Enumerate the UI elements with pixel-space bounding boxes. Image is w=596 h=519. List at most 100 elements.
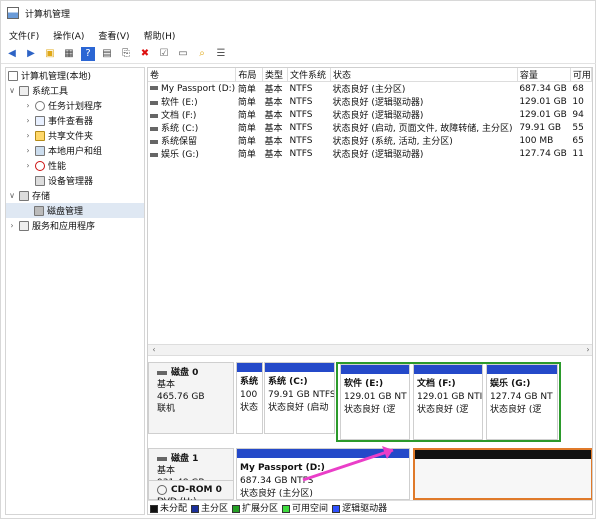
table-row[interactable]: 系统 (C:) 简单 基本 NTFS 状态良好 (启动, 页面文件, 故障转储,… xyxy=(148,121,592,134)
free-cell: 10 xyxy=(572,96,584,107)
tree-shared-folders[interactable]: › 共享文件夹 xyxy=(6,128,144,143)
legend-primary: 主分区 xyxy=(191,501,228,514)
unallocated-space[interactable] xyxy=(413,448,592,500)
table-row[interactable]: My Passport (D:) 简单 基本 NTFS 状态良好 (主分区) 6… xyxy=(148,82,592,95)
menu-action[interactable]: 操作(A) xyxy=(53,29,84,42)
title-bar: 计算机管理 xyxy=(1,1,596,25)
search-icon[interactable]: ⌕ xyxy=(195,47,209,61)
chevron-down-icon[interactable]: ∨ xyxy=(8,86,16,95)
partition-status: 状态 xyxy=(240,403,259,413)
capacity-cell: 129.01 GB xyxy=(519,109,567,120)
table-row[interactable]: 系统保留 简单 基本 NTFS 状态良好 (系统, 活动, 主分区) 100 M… xyxy=(148,134,592,147)
tree-storage[interactable]: ∨ 存储 xyxy=(6,188,144,203)
disk-management-panel: 卷 布局 类型 文件系统 状态 容量 可用 My Passport (D:) 简… xyxy=(147,67,593,515)
layout-cell: 简单 xyxy=(237,150,256,160)
col-status[interactable]: 状态 xyxy=(330,68,518,82)
table-row[interactable]: 文档 (F:) 简单 基本 NTFS 状态良好 (逻辑驱动器) 129.01 G… xyxy=(148,108,592,121)
table-header: 卷 布局 类型 文件系统 状态 容量 可用 xyxy=(148,68,592,82)
properties-icon[interactable]: ▦ xyxy=(62,47,76,61)
chevron-right-icon[interactable]: › xyxy=(24,131,32,140)
back-icon[interactable]: ◀ xyxy=(5,47,19,61)
status-cell: 状态良好 (逻辑驱动器) xyxy=(332,111,424,121)
computer-management-icon xyxy=(7,7,19,19)
scroll-right-icon[interactable]: › xyxy=(582,345,592,355)
folder-icon[interactable]: ▣ xyxy=(43,47,57,61)
menu-view[interactable]: 查看(V) xyxy=(98,29,129,42)
type-cell: 基本 xyxy=(264,124,283,134)
forward-icon[interactable]: ▶ xyxy=(24,47,38,61)
chevron-right-icon[interactable]: › xyxy=(24,116,32,125)
tree-services-apps[interactable]: › 服务和应用程序 xyxy=(6,218,144,233)
tree-local-users[interactable]: › 本地用户和组 xyxy=(6,143,144,158)
partition-name: 文档 (F:) xyxy=(417,379,456,389)
menu-file[interactable]: 文件(F) xyxy=(9,29,39,42)
type-cell: 基本 xyxy=(264,150,283,160)
cdrom-0-info[interactable]: CD-ROM 0 DVD (H:) xyxy=(148,480,234,507)
disk-0-type: 基本 xyxy=(157,380,176,390)
disk-1-type: 基本 xyxy=(157,466,176,476)
horizontal-scrollbar[interactable]: ‹ › xyxy=(148,344,592,356)
partition-text: 系统 (C:) 79.91 GB NTFS 状态良好 (启动 xyxy=(265,372,334,419)
tree-disk-management[interactable]: 磁盘管理 xyxy=(6,203,144,218)
extended-partition-frame[interactable]: 软件 (E:) 129.01 GB NT 状态良好 (逻 文档 (F:) 129… xyxy=(336,362,561,442)
partition-text: 系统 100 状态 xyxy=(237,372,262,419)
partition-color-bar xyxy=(237,363,262,372)
tree-event-viewer[interactable]: › 事件查看器 xyxy=(6,113,144,128)
partition-software-e[interactable]: 软件 (E:) 129.01 GB NT 状态良好 (逻 xyxy=(340,364,410,440)
tree-task-scheduler[interactable]: › 任务计划程序 xyxy=(6,98,144,113)
partition-size: 129.01 GB NT xyxy=(344,392,407,402)
filesystem-cell: NTFS xyxy=(289,122,313,133)
volume-icon xyxy=(150,126,158,131)
list-icon[interactable]: ☰ xyxy=(214,47,228,61)
show-hide-icon[interactable]: ▤ xyxy=(100,47,114,61)
col-volume[interactable]: 卷 xyxy=(148,68,237,82)
partition-entertainment-g[interactable]: 娱乐 (G:) 127.74 GB NT 状态良好 (逻 xyxy=(486,364,558,440)
partition-size: 127.74 GB NT xyxy=(490,392,553,402)
partition-system-c[interactable]: 系统 (C:) 79.91 GB NTFS 状态良好 (启动 xyxy=(264,362,335,434)
col-layout[interactable]: 布局 xyxy=(235,68,263,82)
col-capacity[interactable]: 容量 xyxy=(517,68,571,82)
table-row[interactable]: 娱乐 (G:) 简单 基本 NTFS 状态良好 (逻辑驱动器) 127.74 G… xyxy=(148,147,592,160)
connect-icon[interactable]: ⎘ xyxy=(119,47,133,61)
partition-name: 系统 (C:) xyxy=(268,377,308,387)
table-row[interactable]: 软件 (E:) 简单 基本 NTFS 状态良好 (逻辑驱动器) 129.01 G… xyxy=(148,95,592,108)
capacity-cell: 687.34 GB xyxy=(519,83,567,94)
check-icon[interactable]: ☑ xyxy=(157,47,171,61)
status-cell: 状态良好 (系统, 活动, 主分区) xyxy=(332,137,453,147)
legend: 未分配 主分区 扩展分区 可用空间 逻辑驱动器 xyxy=(148,500,592,514)
tree-system-tools[interactable]: ∨ 系统工具 xyxy=(6,83,144,98)
capacity-cell: 79.91 GB xyxy=(519,122,562,133)
filesystem-cell: NTFS xyxy=(289,83,313,94)
volume-icon xyxy=(150,152,158,157)
scroll-left-icon[interactable]: ‹ xyxy=(148,345,160,355)
type-cell: 基本 xyxy=(264,137,283,147)
chevron-right-icon[interactable]: › xyxy=(24,161,32,170)
chevron-right-icon[interactable]: › xyxy=(24,146,32,155)
tree-performance[interactable]: › 性能 xyxy=(6,158,144,173)
tree-computer-management[interactable]: 计算机管理(本地) xyxy=(6,68,144,83)
chevron-down-icon[interactable]: ∨ xyxy=(8,191,16,200)
annotation-arrow xyxy=(302,446,394,482)
delete-icon[interactable]: ✖ xyxy=(138,47,152,61)
menu-bar: 文件(F) 操作(A) 查看(V) 帮助(H) xyxy=(1,27,596,43)
partition-size: 100 xyxy=(240,390,258,400)
partition-system-reserved[interactable]: 系统 100 状态 xyxy=(236,362,263,434)
file-icon[interactable]: ▭ xyxy=(176,47,190,61)
partition-color-bar xyxy=(265,363,334,372)
help-icon[interactable]: ? xyxy=(81,46,95,61)
col-free[interactable]: 可用 xyxy=(570,68,592,82)
volume-icon xyxy=(150,100,158,105)
layout-cell: 简单 xyxy=(237,111,256,121)
col-filesystem[interactable]: 文件系统 xyxy=(287,68,331,82)
disk-0-info[interactable]: 磁盘 0 基本 465.76 GB 联机 xyxy=(148,362,234,434)
type-cell: 基本 xyxy=(264,111,283,121)
menu-help[interactable]: 帮助(H) xyxy=(144,29,176,42)
window-title: 计算机管理 xyxy=(25,9,71,20)
tree-device-manager[interactable]: 设备管理器 xyxy=(6,173,144,188)
cdrom-0-header: CD-ROM 0 xyxy=(157,484,233,496)
chevron-right-icon[interactable]: › xyxy=(8,221,16,230)
chevron-right-icon[interactable]: › xyxy=(24,101,32,110)
col-type[interactable]: 类型 xyxy=(262,68,288,82)
partition-documents-f[interactable]: 文档 (F:) 129.01 GB NTI 状态良好 (逻 xyxy=(413,364,483,440)
clock-icon xyxy=(35,100,45,111)
